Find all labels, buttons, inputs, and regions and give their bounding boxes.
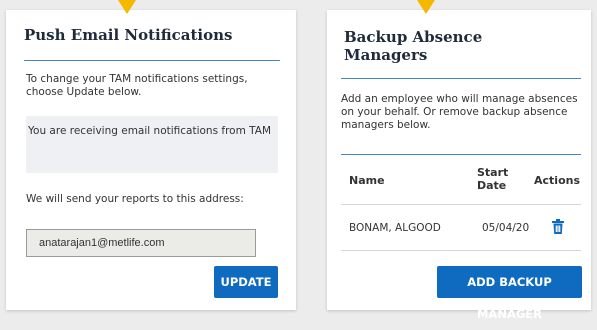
backup-description: Add an employee who will manage absences… xyxy=(341,93,578,131)
column-header-start-date: Start Date xyxy=(477,166,509,192)
push-email-notifications-card: Push Email Notifications To change your … xyxy=(6,0,296,310)
notification-status: You are receiving email notifications fr… xyxy=(26,116,278,173)
manager-name: BONAM, ALGOOD xyxy=(349,222,441,234)
card-title-line1: Backup Absence xyxy=(344,28,483,46)
update-button[interactable]: UPDATE xyxy=(214,266,278,298)
table-top-divider xyxy=(341,154,581,155)
card-pointer xyxy=(118,0,136,14)
column-header-name: Name xyxy=(349,174,385,187)
add-backup-manager-button[interactable]: ADD BACKUP MANAGER xyxy=(437,266,582,321)
card-title: Push Email Notifications xyxy=(24,26,233,44)
row-divider xyxy=(341,250,581,251)
card-pointer xyxy=(417,0,435,14)
card-title: Backup Absence Managers xyxy=(344,28,482,64)
backup-absence-managers-card: Backup Absence Managers Add an employee … xyxy=(327,0,591,321)
address-label: We will send your reports to this addres… xyxy=(26,193,244,205)
status-text: You are receiving email notifications fr… xyxy=(28,125,272,137)
title-divider xyxy=(24,60,280,61)
email-field[interactable]: anatarajan1@metlife.com xyxy=(26,229,256,257)
title-divider xyxy=(341,78,581,79)
header-divider xyxy=(341,204,581,205)
column-header-actions: Actions xyxy=(534,174,580,187)
card-title-line2: Managers xyxy=(344,46,428,64)
manager-start-date: 05/04/20 xyxy=(482,222,530,234)
trash-icon[interactable] xyxy=(552,219,564,238)
notification-description: To change your TAM notifications setting… xyxy=(26,73,248,98)
